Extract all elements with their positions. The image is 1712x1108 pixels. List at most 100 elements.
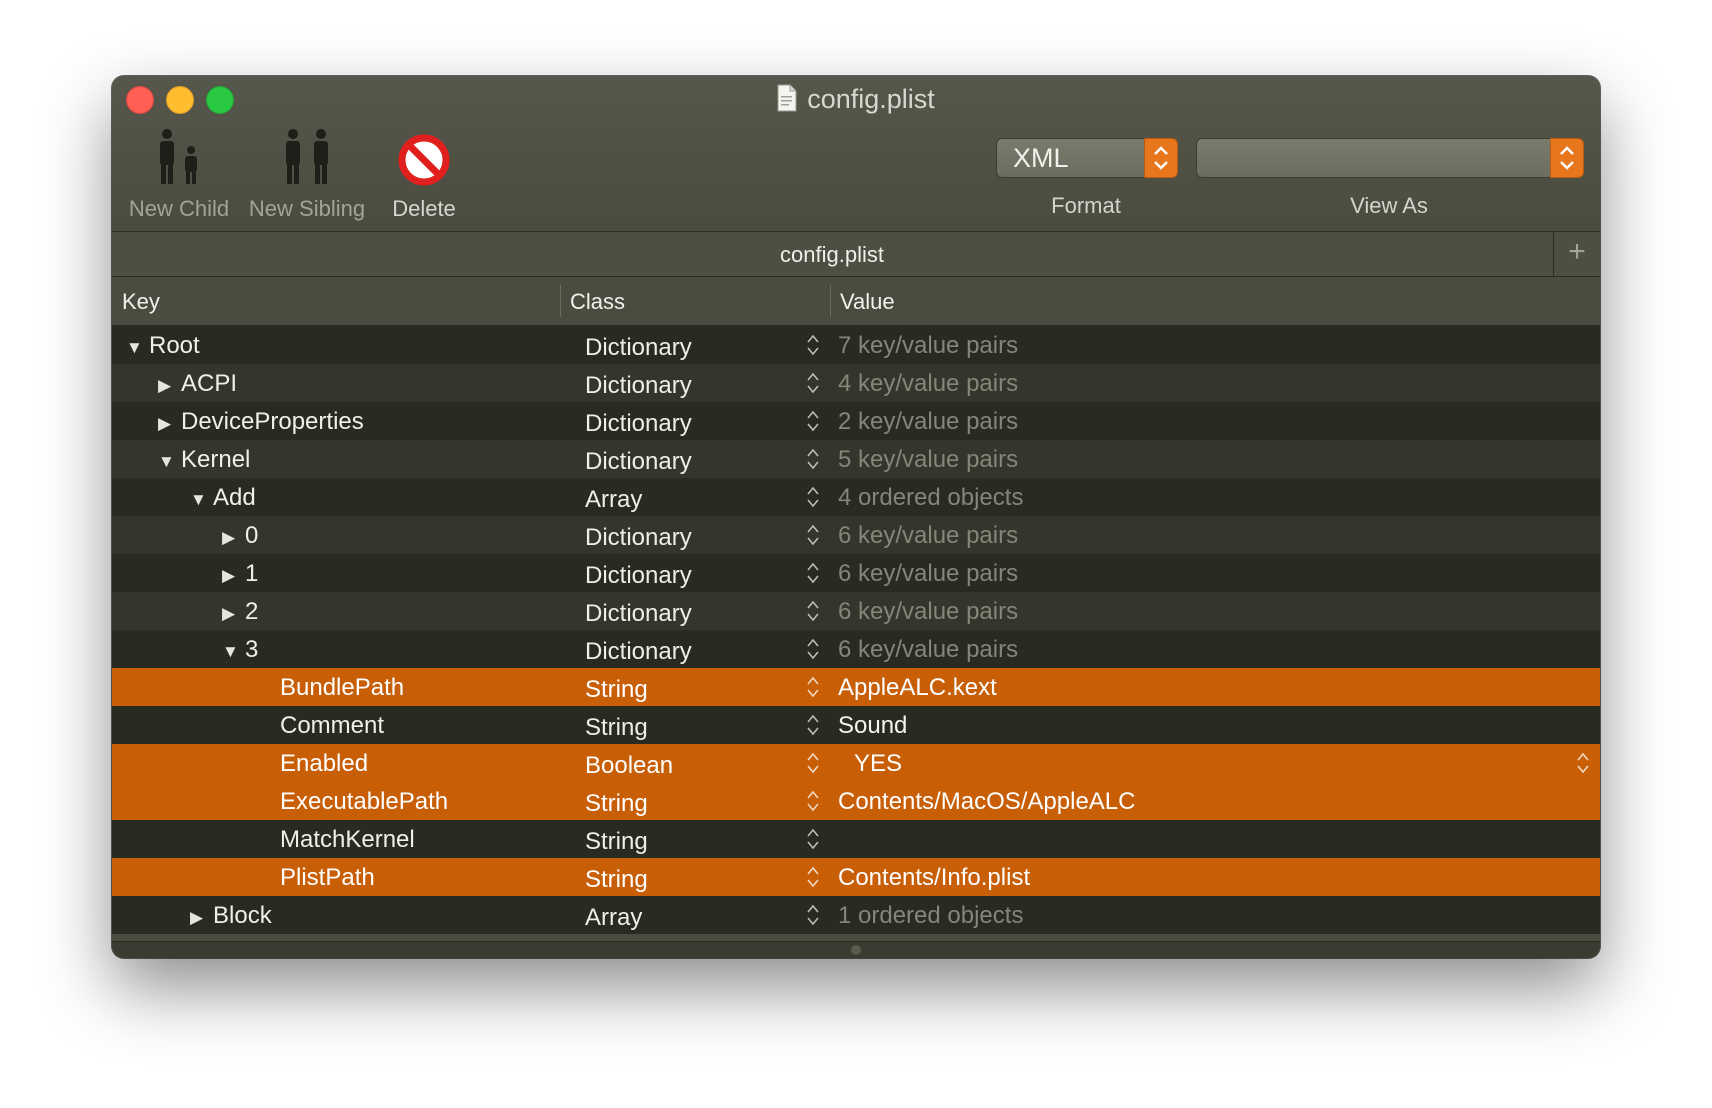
row-class[interactable]: Array [585, 904, 642, 932]
column-divider[interactable] [560, 285, 561, 317]
row-key: MatchKernel [280, 826, 415, 853]
row-class[interactable]: Dictionary [585, 334, 692, 362]
row-class[interactable]: Dictionary [585, 638, 692, 666]
row-value: 1 ordered objects [838, 902, 1024, 929]
class-updown-icon[interactable] [806, 713, 820, 737]
row-class[interactable]: String [585, 790, 648, 818]
row-value: 6 key/value pairs [838, 636, 1019, 663]
row-class[interactable]: Dictionary [585, 372, 692, 400]
document-tab-bar: config.plist + [112, 232, 1600, 277]
new-child-label: New Child [128, 196, 230, 221]
format-value: XML [1013, 143, 1069, 173]
disclosure-triangle-collapsed-icon[interactable]: ▶ [190, 908, 208, 928]
disclosure-triangle-collapsed-icon[interactable]: ▶ [222, 604, 240, 624]
row-class[interactable]: Dictionary [585, 562, 692, 590]
disclosure-triangle-collapsed-icon[interactable]: ▶ [222, 566, 240, 586]
row-key: PlistPath [280, 864, 375, 891]
table-row[interactable]: ▶ 2 Dictionary 6 key/value pairs [112, 592, 1600, 630]
row-value[interactable]: Sound [838, 712, 907, 740]
column-header-class[interactable]: Class [570, 289, 625, 315]
title-toolbar: config.plist New Child New Sibling Delet… [112, 76, 1600, 232]
window-title-text: config.plist [807, 84, 935, 114]
table-row[interactable]: Enabled Boolean YES [112, 744, 1600, 782]
new-sibling-icon [286, 129, 328, 184]
row-class[interactable]: Dictionary [585, 410, 692, 438]
disclosure-triangle-expanded-icon[interactable]: ▼ [126, 338, 144, 358]
class-updown-icon[interactable] [806, 599, 820, 623]
format-updown-icon [1144, 138, 1178, 178]
column-header: Key Class Value [112, 277, 1600, 326]
class-updown-icon[interactable] [806, 409, 820, 433]
new-child-button[interactable]: New Child [118, 124, 240, 222]
row-key: Add [213, 484, 256, 511]
row-class[interactable]: String [585, 714, 648, 742]
table-row[interactable]: Comment String Sound [112, 706, 1600, 744]
plist-editor-window: config.plist New Child New Sibling Delet… [112, 76, 1600, 958]
table-row[interactable]: ▶ ACPI Dictionary 4 key/value pairs [112, 364, 1600, 402]
boolean-value-popup[interactable]: YES [854, 750, 902, 778]
class-updown-icon[interactable] [806, 371, 820, 395]
add-tab-button[interactable]: + [1553, 232, 1600, 276]
row-class[interactable]: String [585, 866, 648, 894]
disclosure-triangle-collapsed-icon[interactable]: ▶ [222, 528, 240, 548]
row-value: 6 key/value pairs [838, 522, 1019, 549]
boolean-updown-icon[interactable] [1576, 751, 1590, 775]
row-value[interactable]: AppleALC.kext [838, 674, 997, 702]
class-updown-icon[interactable] [806, 751, 820, 775]
table-row[interactable]: BundlePath String AppleALC.kext [112, 668, 1600, 706]
class-updown-icon[interactable] [806, 523, 820, 547]
table-row[interactable]: ▼ Kernel Dictionary 5 key/value pairs [112, 440, 1600, 478]
row-class[interactable]: String [585, 676, 648, 704]
disclosure-triangle-expanded-icon[interactable]: ▼ [158, 452, 176, 472]
class-updown-icon[interactable] [806, 865, 820, 889]
table-row[interactable]: ▼ Add Array 4 ordered objects [112, 478, 1600, 516]
table-row[interactable]: ▶ Block Array 1 ordered objects [112, 896, 1600, 934]
row-value: 6 key/value pairs [838, 598, 1019, 625]
table-row[interactable]: ▶ 1 Dictionary 6 key/value pairs [112, 554, 1600, 592]
delete-button[interactable]: Delete [374, 124, 474, 222]
class-updown-icon[interactable] [806, 637, 820, 661]
format-label: Format [1051, 193, 1121, 218]
row-class[interactable]: Dictionary [585, 600, 692, 628]
document-icon [777, 84, 797, 112]
format-popup[interactable]: XML [996, 138, 1178, 178]
class-updown-icon[interactable] [806, 485, 820, 509]
row-key: ExecutablePath [280, 788, 449, 815]
view-as-popup[interactable] [1196, 138, 1584, 178]
column-header-value[interactable]: Value [840, 289, 895, 315]
table-row[interactable]: ▼ 3 Dictionary 6 key/value pairs [112, 630, 1600, 668]
tab-config-plist[interactable]: config.plist [112, 242, 1552, 268]
table-row[interactable]: ExecutablePath String Contents/MacOS/App… [112, 782, 1600, 820]
column-divider[interactable] [830, 285, 831, 317]
row-value[interactable]: Contents/Info.plist [838, 864, 1030, 892]
table-row[interactable]: PlistPath String Contents/Info.plist [112, 858, 1600, 896]
class-updown-icon[interactable] [806, 827, 820, 851]
class-updown-icon[interactable] [806, 333, 820, 357]
column-header-key[interactable]: Key [122, 289, 160, 315]
disclosure-triangle-collapsed-icon[interactable]: ▶ [158, 376, 176, 396]
table-row[interactable]: ▶ 0 Dictionary 6 key/value pairs [112, 516, 1600, 554]
table-row[interactable]: ▼ Root Dictionary 7 key/value pairs [112, 326, 1600, 364]
table-row[interactable]: MatchKernel String [112, 820, 1600, 858]
new-sibling-button[interactable]: New Sibling [246, 124, 368, 222]
row-key: Enabled [280, 750, 369, 777]
class-updown-icon[interactable] [806, 789, 820, 813]
class-updown-icon[interactable] [806, 561, 820, 585]
disclosure-triangle-collapsed-icon[interactable]: ▶ [158, 414, 176, 434]
class-updown-icon[interactable] [806, 675, 820, 699]
row-value[interactable]: Contents/MacOS/AppleALC [838, 788, 1135, 816]
row-class[interactable]: String [585, 828, 648, 856]
row-class[interactable]: Dictionary [585, 524, 692, 552]
disclosure-triangle-expanded-icon[interactable]: ▼ [190, 490, 208, 510]
row-class[interactable]: Array [585, 486, 642, 514]
class-updown-icon[interactable] [806, 903, 820, 927]
disclosure-triangle-expanded-icon[interactable]: ▼ [222, 642, 240, 662]
row-class[interactable]: Dictionary [585, 448, 692, 476]
resize-handle[interactable] [851, 945, 861, 955]
table-row[interactable]: ▶ DeviceProperties Dictionary 2 key/value… [112, 402, 1600, 440]
class-updown-icon[interactable] [806, 447, 820, 471]
row-value: 5 key/value pairs [838, 446, 1019, 473]
row-key: 1 [245, 560, 259, 587]
row-key: BundlePath [280, 674, 405, 701]
row-class[interactable]: Boolean [585, 752, 673, 780]
